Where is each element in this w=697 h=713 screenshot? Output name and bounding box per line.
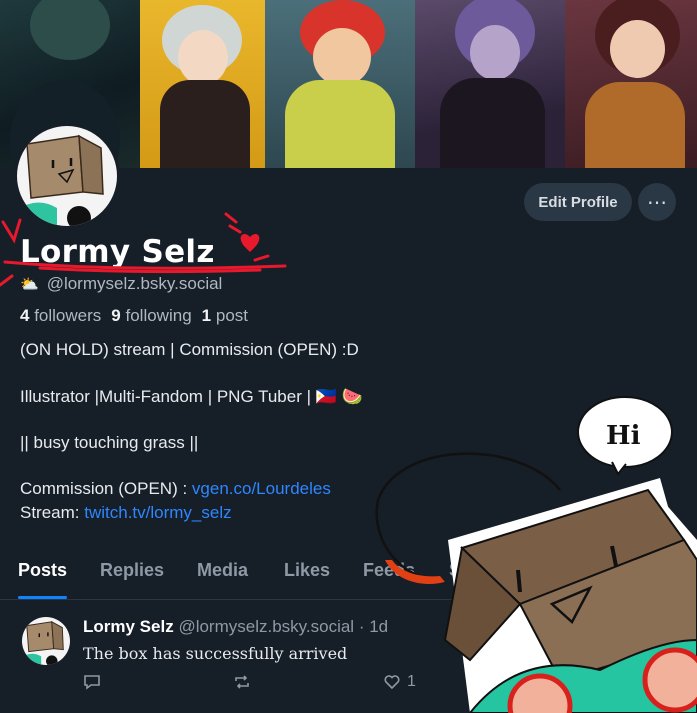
bio-line: Illustrator |Multi-Fandom | PNG Tuber | … [20,387,363,406]
sun-emoji-icon: ⛅ [20,276,39,293]
post-author-name[interactable]: Lormy Selz [83,617,174,636]
heart-scribble [240,233,260,252]
banner-art-panel [415,0,565,168]
bio-commission: Commission (OPEN) : vgen.co/Lourdeles [20,479,331,498]
tab-starter-packs[interactable]: S [449,560,461,581]
following-link[interactable]: 9 following [111,306,191,326]
tab-posts[interactable]: Posts [18,560,67,581]
profile-handle: @lormyselz.bsky.social [46,274,223,293]
tab-feeds[interactable]: Feeds [363,560,415,581]
followers-link[interactable]: 4 followers [20,306,101,326]
profile-stats: 4 followers 9 following 1 post [20,306,248,326]
banner-art-panel [140,0,265,168]
avatar-image [17,126,117,226]
tab-replies[interactable]: Replies [100,560,164,581]
ellipsis-icon: ⋯ [647,191,667,214]
heart-icon [384,675,400,690]
handle-row: ⛅ @lormyselz.bsky.social [20,274,222,294]
feed-post[interactable]: Lormy Selz @lormyselz.bsky.social · 1d T… [0,601,697,713]
reply-button[interactable] [83,673,101,691]
profile-tabs: Posts Replies Media Likes Feeds S [0,556,697,600]
repost-icon [235,675,249,689]
post-author-avatar[interactable] [22,617,70,665]
profile-avatar[interactable] [14,123,120,229]
edit-profile-button[interactable]: Edit Profile [524,183,632,221]
reply-icon [84,675,100,690]
tab-likes[interactable]: Likes [284,560,330,581]
banner-art-panel [265,0,415,168]
banner-art-panel [565,0,697,168]
commission-link[interactable]: vgen.co/Lourdeles [192,479,331,498]
post-header: Lormy Selz @lormyselz.bsky.social · 1d [83,617,388,637]
stream-link[interactable]: twitch.tv/lormy_selz [84,503,231,522]
speech-text: Hi [606,421,641,451]
speech-bubble [577,396,673,476]
like-count: 1 [407,673,416,690]
bio-stream: Stream: twitch.tv/lormy_selz [20,503,232,522]
bio-line: || busy touching grass || [20,433,199,452]
repost-button[interactable] [233,673,251,691]
posts-count: 1 post [201,306,248,325]
tab-media[interactable]: Media [197,560,248,581]
like-button[interactable]: 1 [383,673,416,691]
post-text: The box has successfully arrived [83,644,348,663]
active-tab-indicator [18,596,67,599]
display-name: Lormy Selz [20,234,215,270]
bio-line: (ON HOLD) stream | Commission (OPEN) :D [20,340,359,359]
post-time: · 1d [358,617,389,636]
post-author-handle[interactable]: @lormyselz.bsky.social [178,617,354,636]
more-options-button[interactable]: ⋯ [638,183,676,221]
